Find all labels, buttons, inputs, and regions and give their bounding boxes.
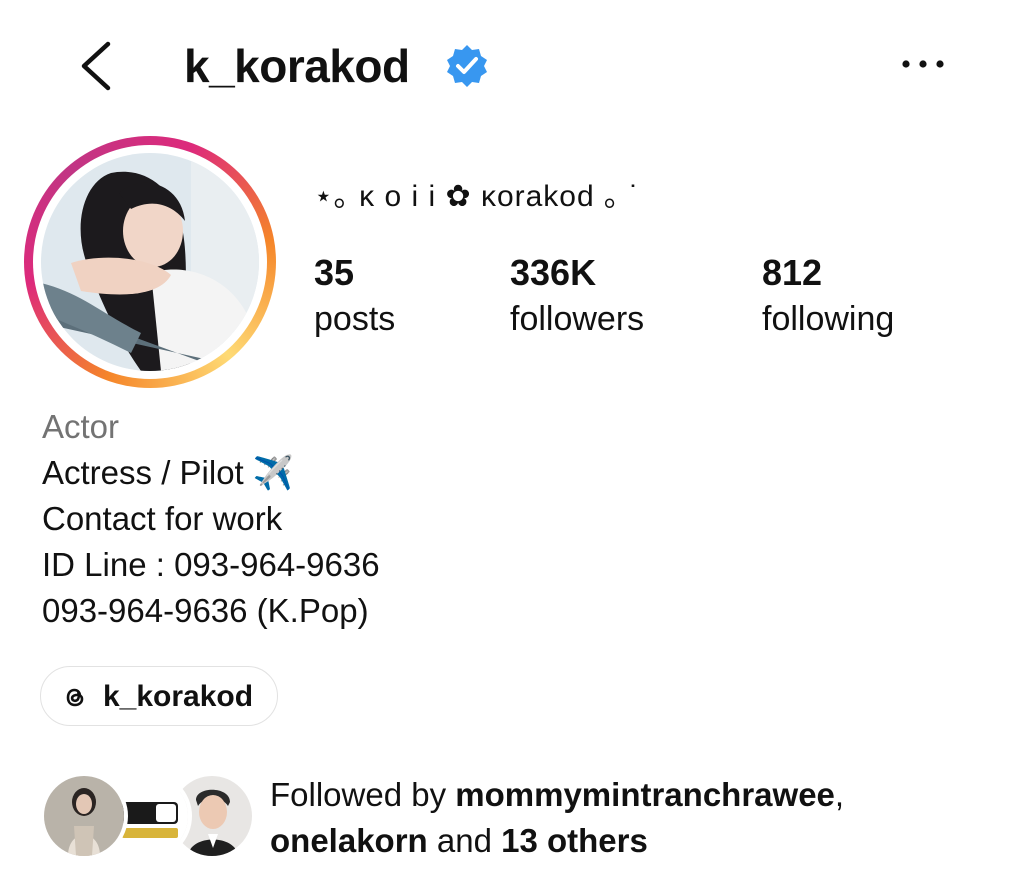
mutual-follower-username: onelakorn bbox=[270, 822, 428, 859]
profile-display-name: ⋆｡ ᴋ o i i ✿ ᴋorakod ｡ ˙ bbox=[314, 180, 641, 213]
mutual-follower-avatar bbox=[40, 772, 128, 860]
avatar-photo bbox=[44, 776, 124, 856]
mutual-follower-username: mommymintranchrawee bbox=[455, 776, 835, 813]
back-button[interactable] bbox=[74, 38, 118, 94]
bio-line: 093-964-9636 (K.Pop) bbox=[42, 592, 369, 629]
followers-stat[interactable]: 336K followers bbox=[510, 250, 644, 342]
more-options-button[interactable] bbox=[896, 50, 950, 78]
followers-count: 336K bbox=[510, 252, 597, 293]
followed-by-prefix: Followed by bbox=[270, 776, 447, 813]
threads-link-button[interactable]: k_korakod bbox=[40, 666, 278, 726]
bio-line: Contact for work bbox=[42, 500, 283, 537]
more-horizontal-icon bbox=[902, 60, 944, 68]
profile-avatar-story-ring[interactable] bbox=[24, 136, 276, 388]
following-label: following bbox=[762, 300, 895, 338]
threads-link-label: k_korakod bbox=[103, 680, 254, 713]
followers-label: followers bbox=[510, 300, 645, 338]
profile-username: k_korakod bbox=[184, 40, 410, 92]
top-bar: k_korakod bbox=[0, 0, 1024, 130]
followed-by-separator: , bbox=[834, 776, 845, 813]
threads-icon bbox=[66, 688, 84, 707]
verified-badge-icon bbox=[447, 45, 487, 87]
mutual-followers-avatars[interactable] bbox=[40, 772, 256, 862]
avatar-photo bbox=[41, 153, 259, 371]
followed-by-text[interactable]: Followed by mommymintranchrawee, onelako… bbox=[270, 772, 844, 864]
bio-line: ID Line : 093-964-9636 bbox=[42, 546, 380, 583]
chevron-left-icon bbox=[81, 41, 111, 91]
posts-count: 35 bbox=[314, 252, 355, 293]
following-count: 812 bbox=[762, 252, 823, 293]
profile-avatar[interactable] bbox=[41, 153, 259, 371]
followed-by-and: and bbox=[436, 822, 492, 859]
posts-stat[interactable]: 35 posts bbox=[314, 250, 395, 342]
profile-category: Actor bbox=[42, 408, 120, 445]
profile-bio: Actor Actress / Pilot ✈️ Contact for wor… bbox=[42, 404, 380, 634]
posts-label: posts bbox=[314, 300, 396, 338]
bio-line: Actress / Pilot ✈️ bbox=[42, 454, 294, 491]
followed-by-others-count: 13 others bbox=[501, 822, 648, 859]
following-stat[interactable]: 812 following bbox=[762, 250, 894, 342]
